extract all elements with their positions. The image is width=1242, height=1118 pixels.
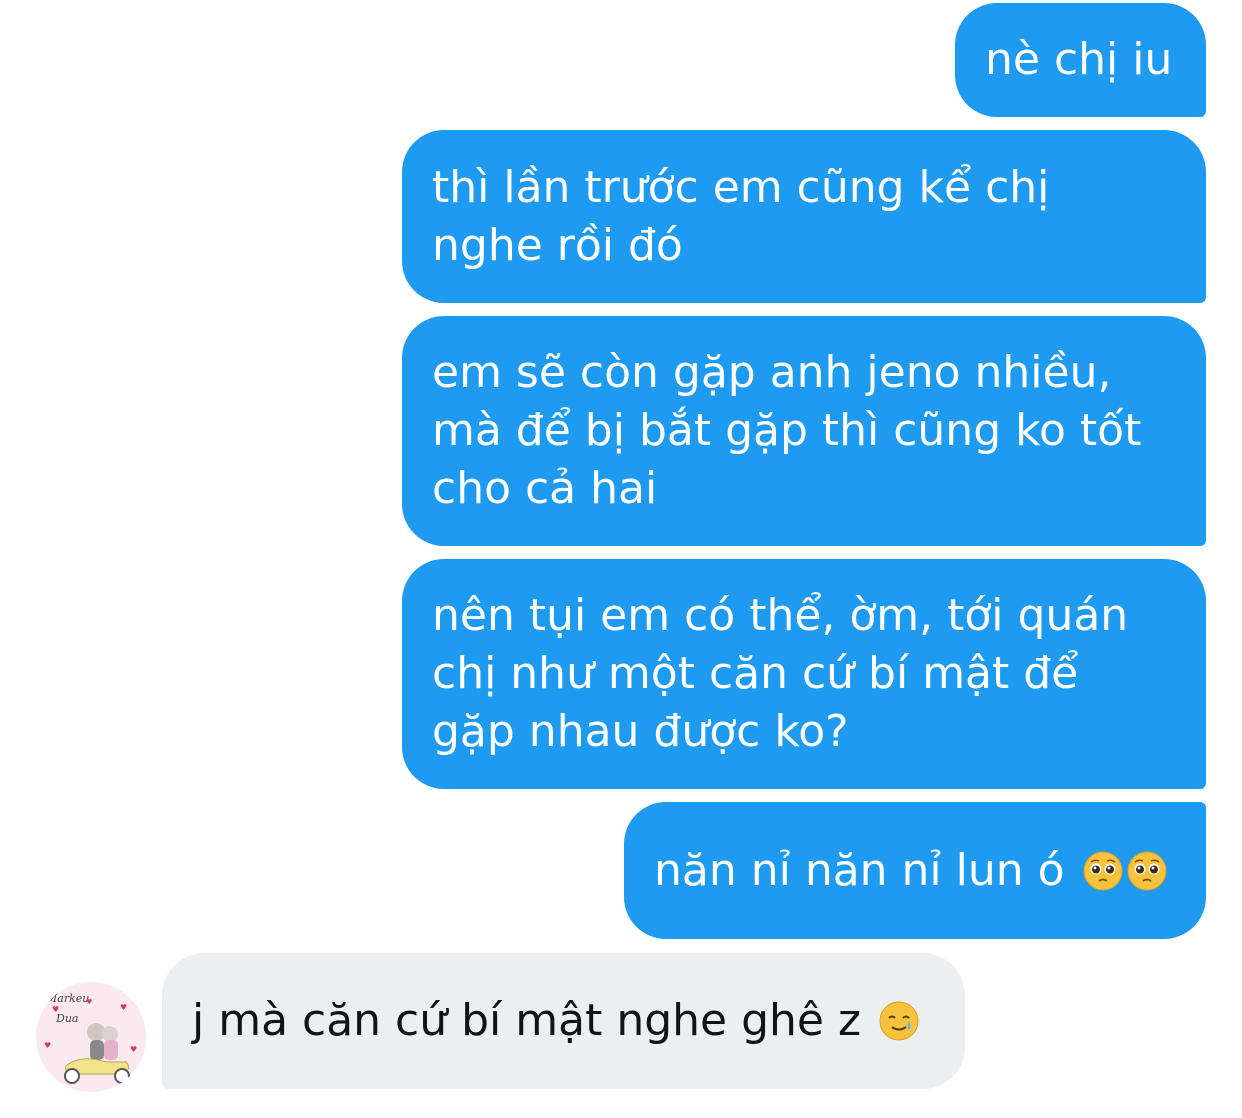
message-line: gặp nhau được ko? xyxy=(432,706,849,757)
avatar-caption: Markeu xyxy=(45,992,89,1005)
message-text: nên tụi em có thể, ờm, tới quán chị như … xyxy=(432,587,1128,761)
message-line: thì lần trước em cũng kể chị xyxy=(432,161,1050,213)
message-text: nè chị iu xyxy=(985,34,1173,85)
svg-text:♥: ♥ xyxy=(120,1003,127,1012)
message-line: j mà căn cứ bí mật nghe ghê z xyxy=(192,995,862,1046)
smiling-face-with-tear-icon xyxy=(879,1001,919,1041)
message-bubble-outgoing[interactable]: nên tụi em có thể, ờm, tới quán chị như … xyxy=(402,559,1206,789)
avatar-illustration: Markeu Dua ♥ ♥ ♥ ♥ ♥ xyxy=(36,982,146,1092)
message-text: em sẽ còn gặp anh jeno nhiều, mà để bị b… xyxy=(432,344,1141,518)
message-bubble-incoming[interactable]: j mà căn cứ bí mật nghe ghê z xyxy=(162,953,965,1089)
message-line: cho cả hai xyxy=(432,463,658,514)
svg-text:♥: ♥ xyxy=(86,998,92,1006)
message-line: năn nỉ năn nỉ lun ó xyxy=(654,844,1065,896)
message-line: em sẽ còn gặp anh jeno nhiều, xyxy=(432,347,1112,398)
pleading-face-icon xyxy=(1083,851,1123,890)
pleading-face-icon xyxy=(1127,851,1167,890)
message-bubble-outgoing[interactable]: em sẽ còn gặp anh jeno nhiều, mà để bị b… xyxy=(402,316,1206,546)
message-line: mà để bị bắt gặp thì cũng ko tốt xyxy=(432,405,1142,456)
message-bubble-outgoing[interactable]: nè chị iu xyxy=(955,3,1206,117)
message-text: năn nỉ năn nỉ lun ó xyxy=(654,842,1167,900)
message-text: thì lần trước em cũng kể chị nghe rồi đó xyxy=(432,159,1049,275)
svg-text:♥: ♥ xyxy=(44,1041,51,1050)
avatar[interactable]: Markeu Dua ♥ ♥ ♥ ♥ ♥ xyxy=(36,982,146,1092)
svg-text:♥: ♥ xyxy=(130,1045,137,1054)
svg-text:♥: ♥ xyxy=(52,1005,59,1014)
message-line: nên tụi em có thể, ờm, tới quán xyxy=(432,590,1129,641)
message-bubble-outgoing[interactable]: năn nỉ năn nỉ lun ó xyxy=(624,802,1206,939)
message-line: nghe rồi đó xyxy=(432,219,683,271)
message-line: chị như một căn cứ bí mật để xyxy=(432,648,1079,699)
message-text: j mà căn cứ bí mật nghe ghê z xyxy=(192,992,919,1050)
message-bubble-outgoing[interactable]: thì lần trước em cũng kể chị nghe rồi đó xyxy=(402,130,1206,303)
